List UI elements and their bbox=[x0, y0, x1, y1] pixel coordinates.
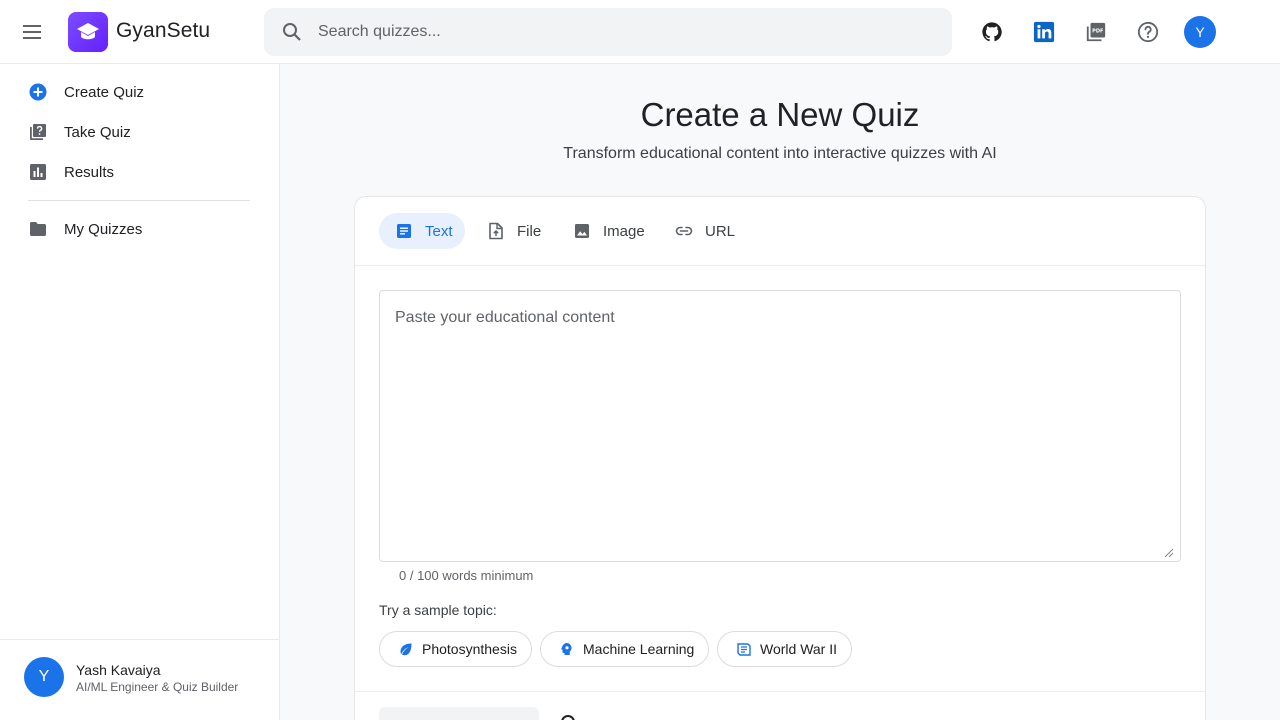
linkedin-icon[interactable] bbox=[1032, 20, 1056, 44]
content-textarea[interactable] bbox=[380, 291, 1180, 561]
sidebar-item-label: Create Quiz bbox=[64, 83, 145, 101]
sample-chip-machine-learning[interactable]: Machine Learning bbox=[540, 631, 709, 667]
card-footer-control[interactable] bbox=[379, 707, 539, 720]
create-quiz-card: Text File Image URL 0 / 100 words minimu… bbox=[354, 196, 1206, 720]
profile-name: Yash Kavaiya bbox=[76, 662, 161, 678]
article-icon bbox=[395, 222, 413, 240]
link-icon bbox=[675, 222, 693, 240]
tab-image[interactable]: Image bbox=[557, 213, 649, 249]
image-icon bbox=[573, 222, 591, 240]
search-icon bbox=[280, 20, 304, 44]
word-count: 0 / 100 words minimum bbox=[399, 568, 534, 583]
tab-text[interactable]: Text bbox=[379, 213, 465, 249]
logo-icon[interactable] bbox=[68, 12, 108, 52]
sidebar-item-label: My Quizzes bbox=[64, 220, 143, 238]
tab-file[interactable]: File bbox=[471, 213, 551, 249]
pdf-icon[interactable]: PDF bbox=[1084, 20, 1108, 44]
profile-avatar: Y bbox=[24, 657, 64, 697]
sidebar-item-results[interactable]: Results bbox=[0, 152, 279, 192]
github-icon[interactable] bbox=[980, 20, 1004, 44]
sample-chip-photosynthesis[interactable]: Photosynthesis bbox=[379, 631, 532, 667]
chip-label: Machine Learning bbox=[583, 641, 695, 657]
sample-chip-world-war-ii[interactable]: World War II bbox=[717, 631, 852, 667]
sidebar-item-label: Take Quiz bbox=[64, 123, 131, 141]
card-divider bbox=[355, 691, 1205, 692]
search-input[interactable] bbox=[318, 23, 918, 41]
svg-text:PDF: PDF bbox=[1092, 28, 1104, 34]
tab-url[interactable]: URL bbox=[659, 213, 743, 249]
bar-chart-icon bbox=[28, 162, 48, 182]
history-icon bbox=[736, 641, 752, 657]
tab-label: URL bbox=[705, 222, 736, 240]
profile-role: AI/ML Engineer & Quiz Builder bbox=[76, 680, 239, 694]
sample-topics-label: Try a sample topic: bbox=[379, 602, 497, 618]
search-bar[interactable] bbox=[264, 8, 952, 56]
help-icon[interactable] bbox=[1136, 20, 1160, 44]
brand-name[interactable]: GyanSetu bbox=[116, 19, 210, 43]
chip-label: World War II bbox=[760, 641, 838, 657]
content-textarea-wrapper bbox=[379, 290, 1181, 562]
sidebar-divider bbox=[28, 200, 250, 201]
user-avatar[interactable]: Y bbox=[1184, 16, 1216, 48]
menu-icon[interactable] bbox=[20, 20, 44, 44]
sidebar: Create Quiz Take Quiz Results My Quizzes… bbox=[0, 64, 280, 720]
folder-icon bbox=[28, 219, 48, 239]
page-title: Create a New Quiz bbox=[640, 96, 920, 133]
resize-handle-icon[interactable] bbox=[1164, 545, 1174, 558]
upload-file-icon bbox=[487, 222, 505, 240]
brain-icon bbox=[559, 641, 575, 657]
quiz-icon bbox=[28, 122, 48, 142]
top-app-bar: GyanSetu PDF Y bbox=[0, 0, 1280, 64]
sidebar-item-my-quizzes[interactable]: My Quizzes bbox=[0, 209, 279, 249]
sidebar-item-create-quiz[interactable]: Create Quiz bbox=[0, 72, 279, 112]
sidebar-item-label: Results bbox=[64, 163, 115, 181]
card-footer-icon bbox=[561, 715, 575, 720]
page-subtitle: Transform educational content into inter… bbox=[563, 145, 997, 162]
add-circle-icon bbox=[28, 82, 48, 102]
tab-label: Text bbox=[425, 222, 453, 240]
chip-label: Photosynthesis bbox=[422, 641, 517, 657]
leaf-icon bbox=[398, 641, 414, 657]
user-profile[interactable]: Y Yash Kavaiya AI/ML Engineer & Quiz Bui… bbox=[0, 639, 279, 720]
input-type-tabs: Text File Image URL bbox=[355, 197, 1205, 266]
sidebar-item-take-quiz[interactable]: Take Quiz bbox=[0, 112, 279, 152]
tab-label: File bbox=[517, 222, 542, 240]
tab-label: Image bbox=[603, 222, 645, 240]
